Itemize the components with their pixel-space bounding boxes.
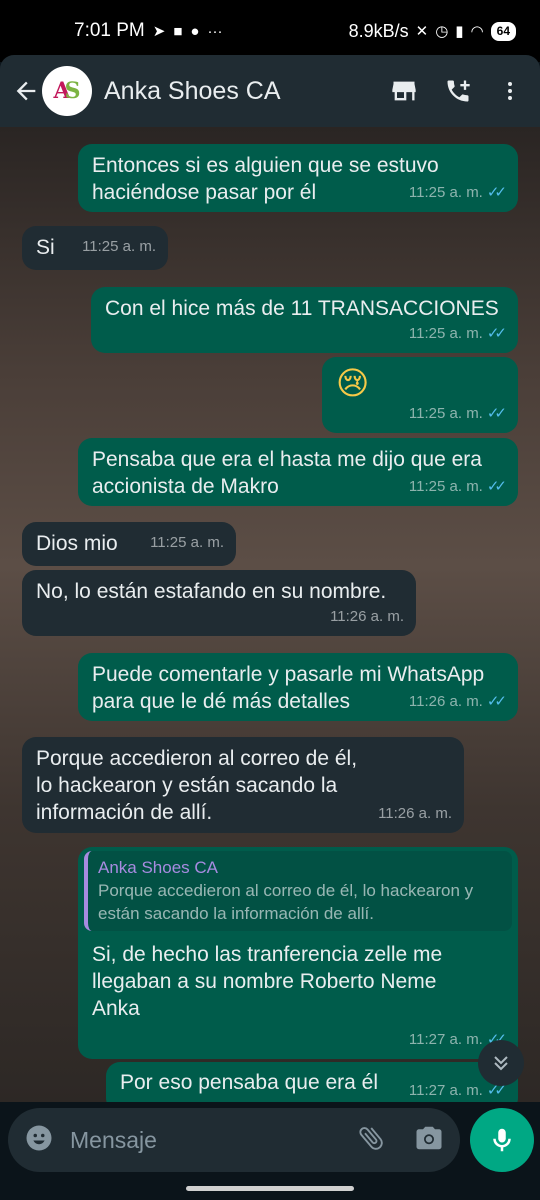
mic-icon (493, 1128, 511, 1152)
message-bubble-outgoing-reply[interactable]: Anka Shoes CA Porque accedieron al corre… (78, 847, 518, 1059)
message-bubble-outgoing[interactable]: Puede comentarle y pasarle mi WhatsApp p… (78, 653, 518, 721)
message-time: 11:26 a. m. (330, 608, 404, 625)
message-bubble-outgoing[interactable]: Pensaba que era el hasta me dijo que era… (78, 438, 518, 506)
contact-name[interactable]: Anka Shoes CA (104, 77, 281, 106)
message-text: No, lo están estafando en su nombre. (36, 580, 387, 603)
home-gesture-pill[interactable] (186, 1186, 354, 1191)
message-text: Si, de hecho las tranferencia zelle me l… (92, 943, 443, 1020)
message-text: Entonces si es alguien que se estuvo hac… (92, 154, 439, 204)
message-text: Por eso pensaba que era él (120, 1071, 379, 1094)
avatar[interactable]: AS (42, 66, 92, 116)
signal-icon: ▮ (455, 23, 464, 40)
telegram-icon: ➤ (152, 23, 166, 40)
double-chevron-down-icon (494, 1056, 508, 1071)
message-time: 11:27 a. m. (408, 1082, 483, 1099)
message-input-bar[interactable]: Mensaje (8, 1108, 460, 1172)
wifi-icon: ◠ (470, 23, 484, 40)
message-text: Porque accedieron al correo de él, lo ha… (36, 747, 358, 824)
store-icon[interactable] (390, 77, 418, 105)
read-ticks-icon: ✓✓ (486, 325, 507, 342)
more-notifications-icon: ··· (207, 22, 223, 40)
status-time: 7:01 PM (74, 20, 145, 41)
message-time: 11:25 a. m. (408, 325, 483, 342)
add-call-icon[interactable] (444, 77, 472, 105)
message-bubble-incoming[interactable]: Si 11:25 a. m. (22, 226, 168, 270)
battery-indicator: 64 (490, 21, 516, 41)
puzzle-icon: ■ (173, 22, 183, 40)
read-ticks-icon: ✓✓ (486, 478, 507, 495)
message-time: 11:25 a. m. (408, 405, 483, 422)
message-bubble-incoming[interactable]: Dios mio 11:25 a. m. (22, 522, 236, 566)
emoji-icon[interactable] (24, 1123, 54, 1158)
message-text: Si (36, 236, 55, 259)
camera-icon[interactable] (414, 1123, 444, 1158)
more-vert-icon[interactable] (498, 77, 522, 105)
message-time: 11:26 a. m. (408, 693, 483, 710)
attach-icon[interactable] (356, 1123, 386, 1158)
message-input[interactable]: Mensaje (70, 1127, 356, 1154)
message-time: 11:25 a. m. (408, 184, 483, 201)
avatar-letter-s: S (64, 78, 81, 104)
message-bubble-outgoing[interactable]: Con el hice más de 11 TRANSACCIONES 11:2… (91, 287, 518, 353)
message-bubble-outgoing[interactable]: Por eso pensaba que era él 11:27 a. m. ✓✓ (106, 1062, 518, 1102)
message-time: 11:27 a. m. (408, 1031, 483, 1048)
mute-icon: ✕ (415, 23, 429, 40)
message-time: 11:25 a. m. (150, 534, 224, 551)
message-bubble-outgoing[interactable]: 😢 11:25 a. m. ✓✓ (322, 357, 518, 433)
message-bubble-incoming[interactable]: No, lo están estafando en su nombre. 11:… (22, 570, 416, 636)
scroll-down-button[interactable] (478, 1040, 524, 1086)
chat-area[interactable]: Entonces si es alguien que se estuvo hac… (0, 127, 540, 1102)
read-ticks-icon: ✓✓ (486, 693, 507, 710)
mic-button[interactable] (470, 1108, 534, 1172)
arrow-left-icon[interactable] (6, 71, 46, 111)
message-time: 11:25 a. m. (408, 478, 483, 495)
quoted-text: Porque accedieron al correo de él, lo ha… (98, 881, 474, 923)
read-ticks-icon: ✓✓ (486, 405, 507, 422)
message-bubble-outgoing[interactable]: Entonces si es alguien que se estuvo hac… (78, 144, 518, 212)
message-time: 11:25 a. m. (82, 238, 156, 255)
message-time: 11:26 a. m. (378, 805, 452, 822)
alarm-icon: ◷ (435, 23, 449, 40)
status-bar: 7:01 PM ➤ ■ ● ··· 8.9kB/s ✕ ◷ ▮ ◠ 64 (0, 0, 540, 62)
network-speed: 8.9kB/s (348, 20, 409, 41)
message-bubble-incoming[interactable]: Porque accedieron al correo de él, lo ha… (22, 737, 464, 833)
quoted-message[interactable]: Anka Shoes CA Porque accedieron al corre… (84, 851, 512, 931)
chat-header: AS Anka Shoes CA (0, 55, 540, 127)
quoted-author: Anka Shoes CA (98, 858, 219, 877)
crying-emoji: 😢 (336, 365, 370, 401)
message-text: Dios mio (36, 532, 118, 555)
circle-icon: ● (190, 22, 200, 40)
message-text: Con el hice más de 11 TRANSACCIONES (105, 297, 499, 320)
read-ticks-icon: ✓✓ (486, 184, 507, 201)
